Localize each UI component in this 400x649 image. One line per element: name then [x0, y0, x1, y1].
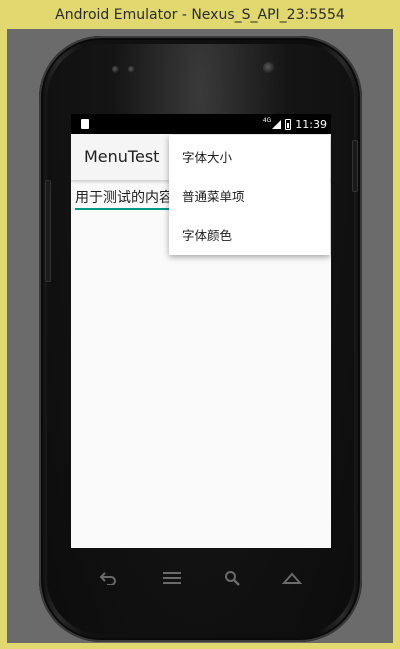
menu-icon[interactable] — [160, 568, 184, 588]
status-icons: 4G 11:39 — [263, 114, 327, 134]
signal-icon — [272, 119, 282, 129]
search-icon[interactable] — [220, 568, 244, 588]
clock: 11:39 — [295, 117, 327, 131]
battery-icon — [285, 118, 292, 130]
window-title: Android Emulator - Nexus_S_API_23:5554 — [55, 6, 345, 23]
power-button[interactable] — [352, 140, 358, 192]
menu-item-normal[interactable]: 普通菜单项 — [169, 176, 330, 215]
app-title: MenuTest — [84, 147, 160, 166]
emulator-window: Android Emulator - Nexus_S_API_23:5554 4… — [0, 0, 400, 649]
overflow-menu: 字体大小 普通菜单项 字体颜色 — [169, 135, 330, 255]
sensor-icon — [128, 66, 135, 73]
phone-screen: 4G 11:39 MenuTest 用于测试的内容 字体大小 普通菜单项 字体颜… — [71, 114, 331, 548]
hardware-nav-bar — [60, 560, 340, 596]
home-icon[interactable] — [280, 568, 304, 588]
network-type: 4G — [262, 116, 272, 124]
volume-button[interactable] — [45, 180, 51, 282]
status-bar: 4G 11:39 — [71, 114, 331, 134]
content-text[interactable]: 用于测试的内容 — [75, 187, 173, 207]
back-icon[interactable] — [96, 568, 120, 588]
menu-item-font-size[interactable]: 字体大小 — [169, 137, 330, 176]
sensor-icon — [112, 66, 119, 73]
menu-item-font-color[interactable]: 字体颜色 — [169, 215, 330, 254]
sd-card-icon — [81, 119, 89, 129]
camera-icon — [263, 62, 275, 74]
